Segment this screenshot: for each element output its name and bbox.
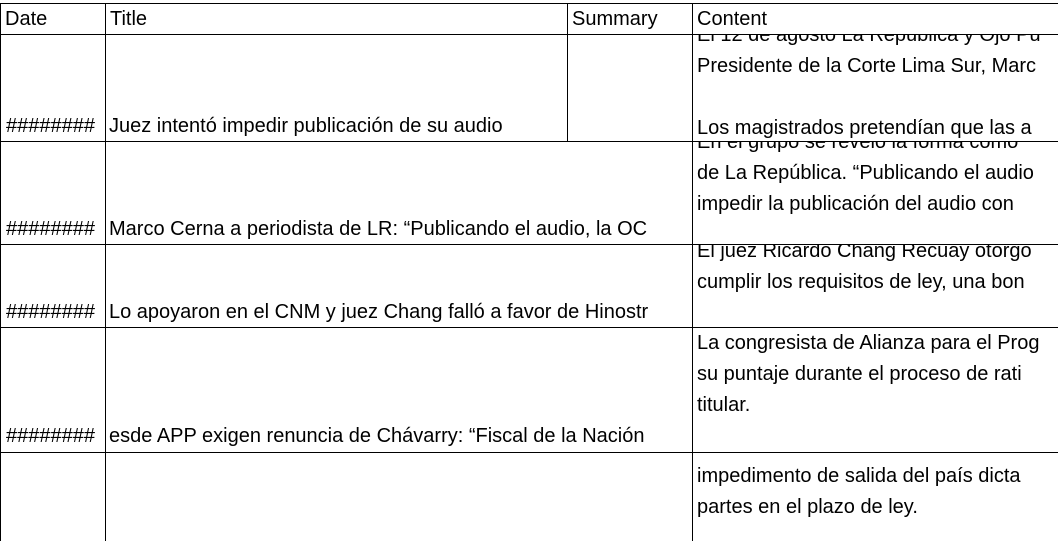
row-3-date[interactable]: ######## — [6, 297, 106, 328]
row-4-content[interactable]: La congresista de Alianza para el Prog s… — [697, 328, 1058, 451]
row-2-content-line: En el grupo se reveló la forma como — [697, 142, 1019, 153]
grid-line — [0, 3, 1, 541]
row-1-content-line: Presidente de la Corte Lima Sur, Marc — [697, 55, 1037, 77]
row-1-content-line: El 12 de agosto La República y Ojo Pú — [697, 35, 1041, 46]
grid-line — [692, 3, 693, 541]
row-2-date[interactable]: ######## — [6, 214, 106, 245]
row-5-date[interactable] — [6, 460, 106, 491]
header-title[interactable]: Title — [105, 4, 570, 35]
row-4-content-line: su puntaje durante el proceso de rati — [697, 363, 1022, 385]
row-4-title[interactable]: esde APP exigen renuncia de Chávarry: “F… — [109, 421, 692, 452]
row-1-content-line: Los magistrados pretendían que las a — [697, 117, 1032, 139]
row-3-title[interactable]: Lo apoyaron en el CNM y juez Chang falló… — [109, 297, 692, 328]
grid-line — [105, 3, 106, 541]
row-3-content-line: El juez Ricardo Chang Recuay otorgó — [697, 245, 1032, 262]
spreadsheet-grid: Date Title Summary Content ######## Juez… — [0, 0, 1058, 541]
row-5-content[interactable]: impedimento de salida del país dicta par… — [697, 453, 1058, 541]
row-1-content[interactable]: El 12 de agosto La República y Ojo Pú Pr… — [697, 35, 1058, 141]
row-2-content[interactable]: En el grupo se reveló la forma como de L… — [697, 142, 1058, 244]
row-5-content-line: partes en el plazo de ley. — [697, 496, 918, 518]
row-2-title[interactable]: Marco Cerna a periodista de LR: “Publica… — [109, 214, 692, 245]
row-4-content-line: titular. — [697, 394, 751, 416]
row-4-date[interactable]: ######## — [6, 421, 106, 452]
header-summary[interactable]: Summary — [567, 4, 692, 35]
grid-line — [0, 244, 1058, 245]
row-5-title[interactable] — [109, 460, 692, 491]
row-1-title[interactable]: Juez intentó impedir publicación de su a… — [109, 111, 564, 142]
grid-line — [0, 141, 1058, 142]
grid-line — [0, 3, 1058, 4]
grid-line — [567, 3, 568, 141]
row-5-content-line: impedimento de salida del país dicta — [697, 465, 1021, 487]
row-1-content-line — [697, 82, 1058, 113]
header-content[interactable]: Content — [692, 4, 1058, 35]
row-3-content[interactable]: El juez Ricardo Chang Recuay otorgó cump… — [697, 245, 1058, 327]
row-4-content-line: La congresista de Alianza para el Prog — [697, 332, 1040, 354]
row-1-date[interactable]: ######## — [6, 111, 106, 142]
grid-line — [0, 327, 1058, 328]
header-date[interactable]: Date — [0, 4, 105, 35]
row-2-content-line: impedir la publicación del audio con — [697, 193, 1014, 215]
grid-line — [0, 452, 1058, 453]
row-2-content-line: de La República. “Publicando el audio — [697, 162, 1034, 184]
row-3-content-line: cumplir los requisitos de ley, una bon — [697, 271, 1025, 293]
grid-line — [0, 34, 1058, 35]
